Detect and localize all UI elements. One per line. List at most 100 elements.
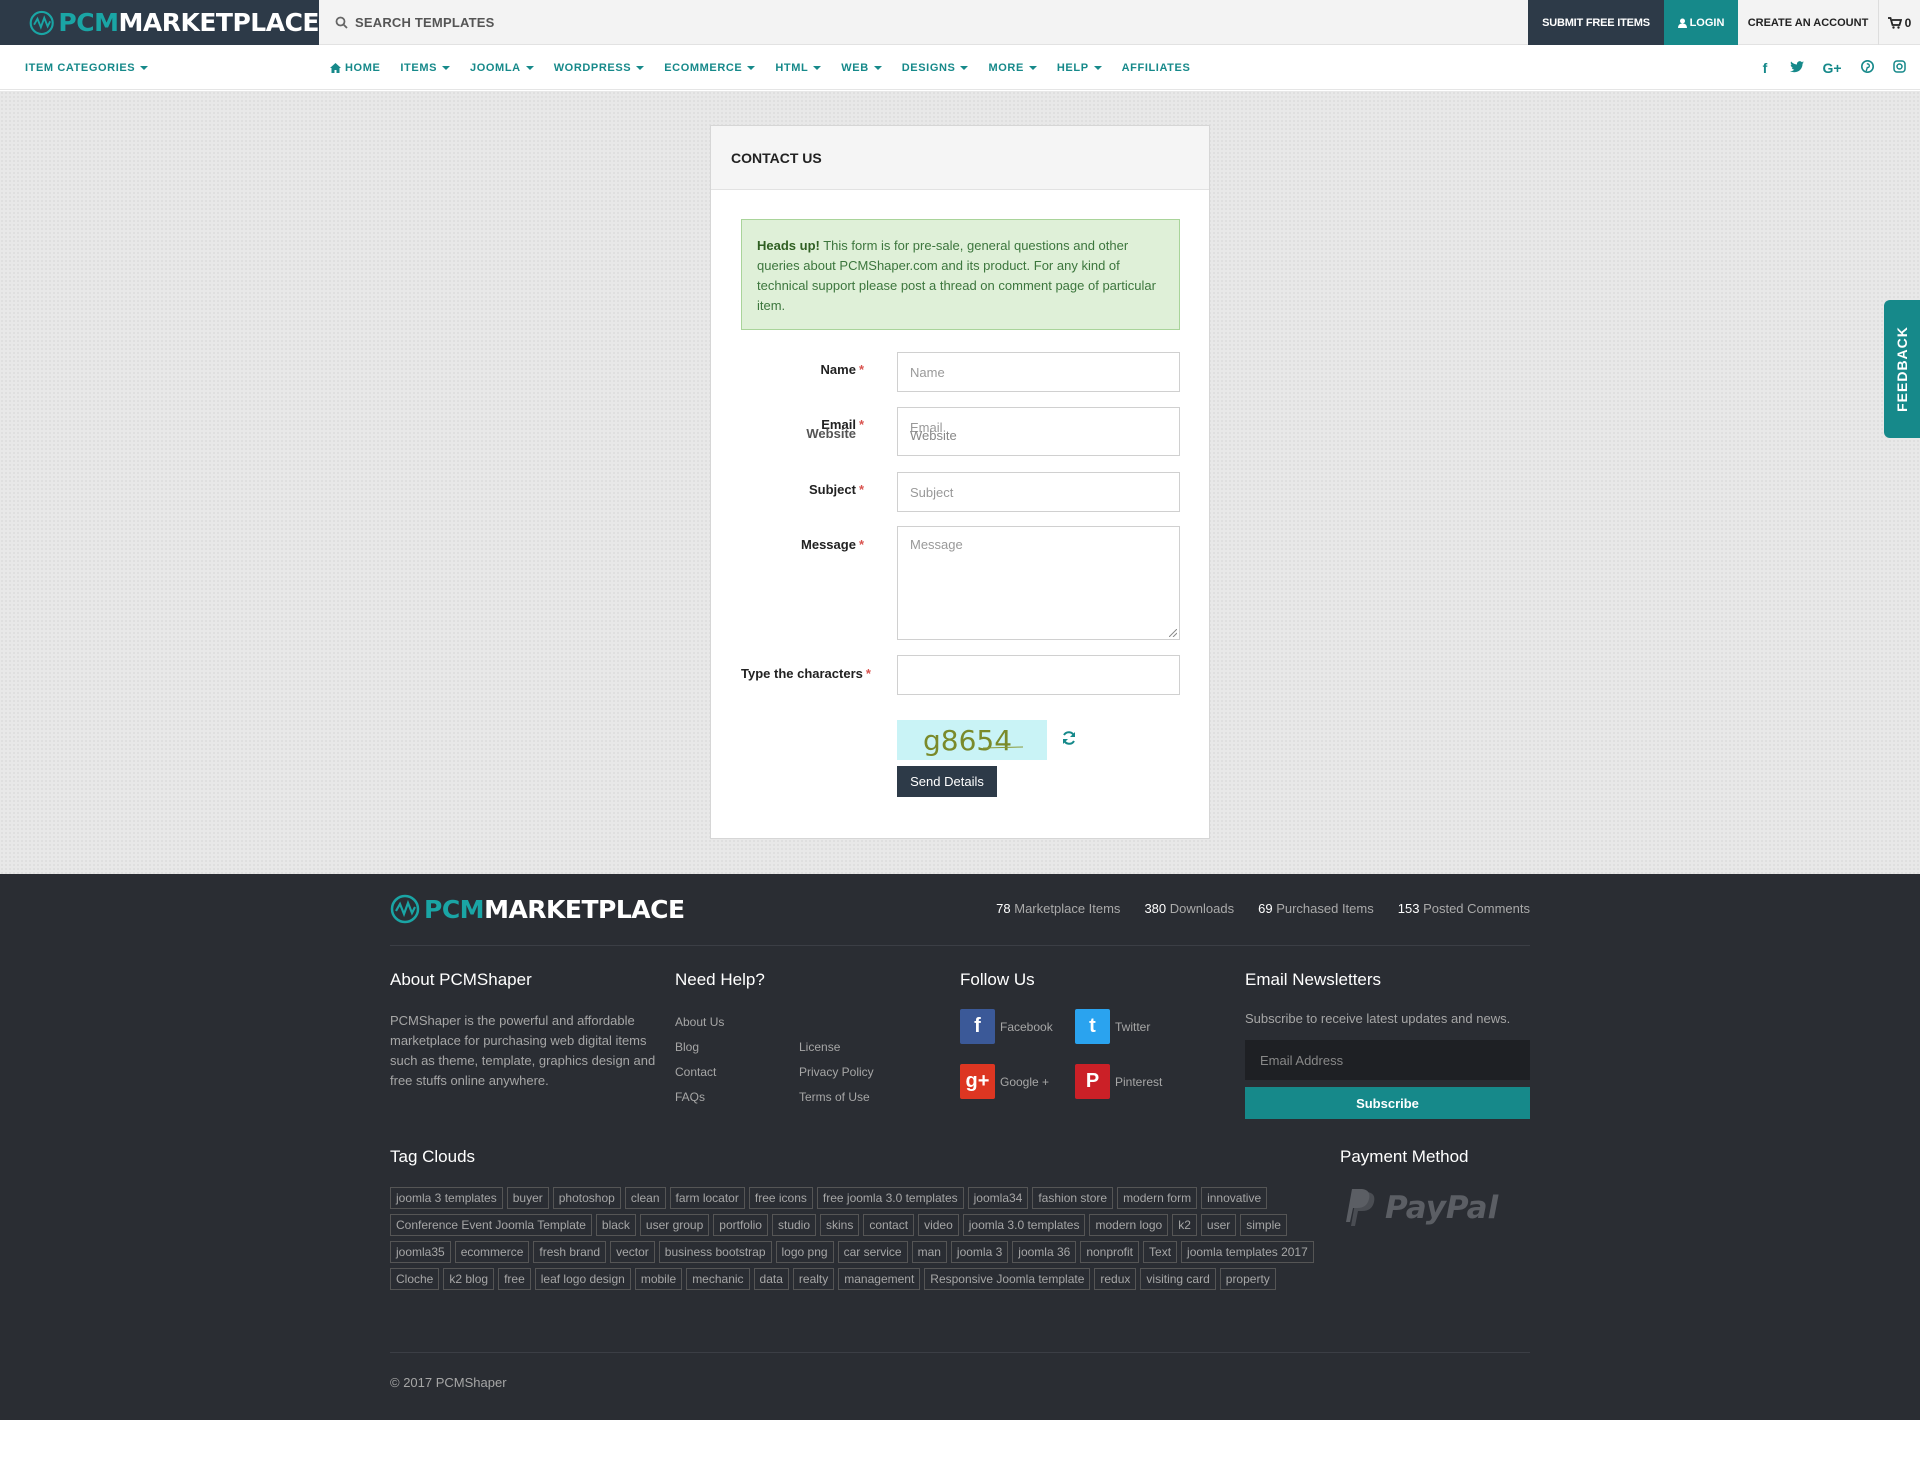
help-link[interactable]: FAQs	[675, 1090, 705, 1104]
nav-item-ecommerce[interactable]: ECOMMERCE	[664, 62, 756, 74]
tag-item[interactable]: joomla35	[390, 1241, 451, 1263]
nav-item-web[interactable]: WEB	[841, 62, 882, 74]
tag-item[interactable]: k2	[1172, 1214, 1197, 1236]
tag-item[interactable]: logo png	[775, 1241, 834, 1263]
tag-item[interactable]: man	[911, 1241, 947, 1263]
follow-facebook[interactable]: f Facebook	[960, 1009, 1053, 1044]
tag-item[interactable]: portfolio	[713, 1214, 768, 1236]
help-link[interactable]: License	[799, 1040, 840, 1054]
google-plus-icon[interactable]: G+	[1822, 60, 1842, 76]
nav-item-help[interactable]: HELP	[1057, 62, 1102, 74]
tag-item[interactable]: joomla 3	[950, 1241, 1009, 1263]
tag-item[interactable]: ecommerce	[454, 1241, 530, 1263]
tag-item[interactable]: data	[753, 1268, 789, 1290]
tag-item[interactable]: user	[1200, 1214, 1237, 1236]
instagram-icon[interactable]	[1892, 59, 1906, 76]
tag-item[interactable]: Responsive Joomla template	[924, 1268, 1091, 1290]
tag-item[interactable]: mobile	[634, 1268, 683, 1290]
tag-item[interactable]: fashion store	[1032, 1187, 1114, 1209]
tag-item[interactable]: Conference Event Joomla Template	[390, 1214, 592, 1236]
feedback-tab[interactable]: FEEDBACK	[1884, 300, 1920, 438]
search-input[interactable]: SEARCH TEMPLATES	[319, 0, 494, 45]
tag-item[interactable]: visiting card	[1140, 1268, 1216, 1290]
follow-pinterest[interactable]: P Pinterest	[1075, 1064, 1162, 1099]
tag-item[interactable]: vector	[610, 1241, 655, 1263]
search-icon	[335, 16, 348, 29]
tag-item[interactable]: contact	[863, 1214, 915, 1236]
tag-item[interactable]: redux	[1094, 1268, 1137, 1290]
help-link[interactable]: About Us	[675, 1015, 724, 1029]
tag-item[interactable]: modern logo	[1089, 1214, 1169, 1236]
footer-logo[interactable]: PCMMARKETPLACE	[390, 894, 685, 924]
tag-item[interactable]: management	[838, 1268, 921, 1290]
tag-item[interactable]: free joomla 3.0 templates	[816, 1187, 964, 1209]
tag-item[interactable]: Cloche	[390, 1268, 440, 1290]
cart-button[interactable]: 0	[1878, 0, 1920, 45]
about-title: About PCMShaper	[390, 970, 532, 989]
follow-twitter[interactable]: t Twitter	[1075, 1009, 1150, 1044]
tag-item[interactable]: Text	[1143, 1241, 1178, 1263]
website-field[interactable]: Website	[910, 428, 957, 443]
nav-item-home[interactable]: HOME	[330, 62, 380, 74]
tag-item[interactable]: free icons	[748, 1187, 813, 1209]
subject-field[interactable]: Subject	[897, 472, 1180, 512]
tag-item[interactable]: mechanic	[686, 1268, 750, 1290]
submit-free-items-button[interactable]: SUBMIT FREE ITEMS	[1528, 0, 1664, 45]
tag-item[interactable]: skins	[820, 1214, 860, 1236]
nav-item-joomla[interactable]: JOOMLA	[470, 62, 534, 74]
tag-item[interactable]: clean	[624, 1187, 666, 1209]
tag-item[interactable]: car service	[837, 1241, 908, 1263]
name-field[interactable]: Name	[897, 352, 1180, 392]
tag-item[interactable]: modern form	[1117, 1187, 1198, 1209]
tag-item[interactable]: fresh brand	[533, 1241, 607, 1263]
tag-item[interactable]: free	[498, 1268, 531, 1290]
tag-item[interactable]: black	[595, 1214, 636, 1236]
resize-handle-icon[interactable]	[1169, 629, 1177, 637]
nav-item-html[interactable]: HTML	[775, 62, 822, 74]
help-link[interactable]: Blog	[675, 1040, 699, 1054]
message-textarea[interactable]: Message	[897, 526, 1180, 640]
pinterest-icon[interactable]	[1860, 59, 1874, 76]
tag-item[interactable]: video	[918, 1214, 959, 1236]
nav-item-items[interactable]: ITEMS	[400, 62, 451, 74]
tag-item[interactable]: photoshop	[552, 1187, 621, 1209]
tag-item[interactable]: realty	[792, 1268, 835, 1290]
tag-item[interactable]: studio	[771, 1214, 817, 1236]
captcha-input[interactable]	[897, 655, 1180, 695]
tag-item[interactable]: joomla 3.0 templates	[962, 1214, 1086, 1236]
site-logo[interactable]: PCMMARKETPLACE	[0, 0, 319, 45]
tag-item[interactable]: joomla 36	[1012, 1241, 1077, 1263]
tag-item[interactable]: leaf logo design	[534, 1268, 631, 1290]
tag-item[interactable]: property	[1219, 1268, 1276, 1290]
tag-item[interactable]: joomla 3 templates	[390, 1187, 503, 1209]
header-social-links: f G+	[1740, 45, 1906, 90]
nav-item-more[interactable]: MORE	[988, 62, 1037, 74]
nav-item-affiliates[interactable]: AFFILIATES	[1122, 62, 1191, 74]
tag-item[interactable]: buyer	[506, 1187, 549, 1209]
nav-item-designs[interactable]: DESIGNS	[902, 62, 969, 74]
nav-item-wordpress[interactable]: WORDPRESS	[554, 62, 645, 74]
facebook-icon[interactable]: f	[1758, 60, 1772, 76]
tag-item[interactable]: joomla34	[967, 1187, 1029, 1209]
refresh-captcha-icon[interactable]	[1061, 730, 1077, 746]
help-link[interactable]: Terms of Use	[799, 1090, 870, 1104]
newsletter-email-input[interactable]: Email Address	[1245, 1040, 1530, 1080]
help-link[interactable]: Privacy Policy	[799, 1065, 874, 1079]
tag-item[interactable]: business bootstrap	[658, 1241, 772, 1263]
subscribe-button[interactable]: Subscribe	[1245, 1087, 1530, 1119]
tag-item[interactable]: k2 blog	[443, 1268, 495, 1290]
tag-item[interactable]: user group	[639, 1214, 710, 1236]
item-categories-menu[interactable]: ITEM CATEGORIES	[25, 45, 149, 90]
create-account-button[interactable]: CREATE AN ACCOUNT	[1738, 0, 1878, 45]
tag-item[interactable]: simple	[1240, 1214, 1287, 1236]
twitter-icon[interactable]	[1790, 60, 1804, 76]
send-details-button[interactable]: Send Details	[897, 766, 997, 797]
tag-item[interactable]: innovative	[1201, 1187, 1268, 1209]
tag-item[interactable]: nonprofit	[1080, 1241, 1140, 1263]
tag-item[interactable]: joomla templates 2017	[1181, 1241, 1314, 1263]
caret-down-icon	[960, 65, 969, 70]
help-link[interactable]: Contact	[675, 1065, 716, 1079]
tag-item[interactable]: farm locator	[669, 1187, 745, 1209]
follow-google-plus[interactable]: g+ Google +	[960, 1064, 1049, 1099]
login-button[interactable]: LOGIN	[1664, 0, 1738, 45]
